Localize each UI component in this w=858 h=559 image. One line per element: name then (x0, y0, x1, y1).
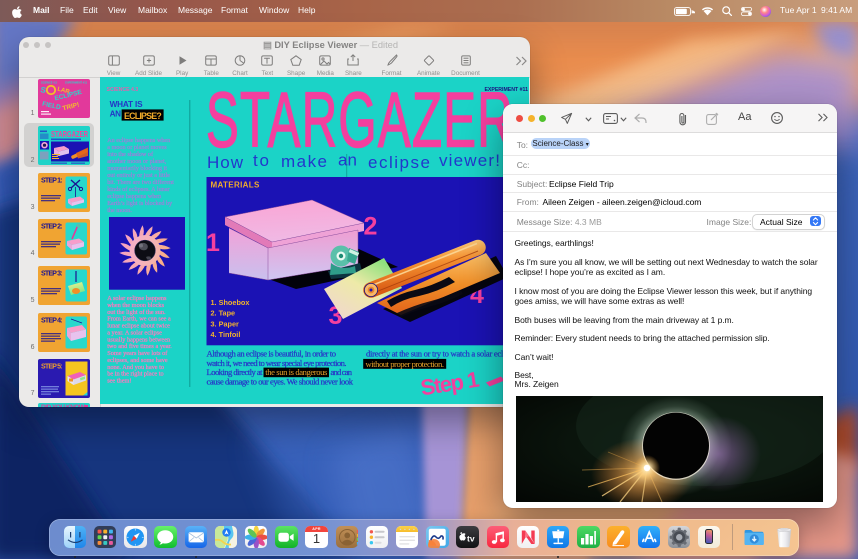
svg-text:STEP 3:: STEP 3: (41, 271, 63, 278)
svg-text:1. Shoebox: 1. Shoebox (211, 298, 250, 307)
svg-text:another moon or planet,: another moon or planet, (107, 158, 167, 165)
svg-text:2: 2 (364, 213, 378, 241)
svg-text:STEP 4:: STEP 4: (41, 318, 63, 325)
svg-text:STEP 5:: STEP 5: (41, 363, 63, 370)
svg-text:ECLIPSE?: ECLIPSE? (124, 111, 162, 121)
svg-text:make: make (281, 152, 327, 171)
svg-text:out entirely or just a little: out entirely or just a little (107, 172, 170, 179)
svg-text:2. Tape: 2. Tape (211, 309, 236, 318)
svg-text:AN: AN (110, 110, 122, 119)
svg-text:the sun is dangerous: the sun is dangerous (266, 367, 329, 377)
svg-text:without proper protection.: without proper protection. (366, 359, 445, 369)
svg-text:EXPERIMENT #11: EXPERIMENT #11 (65, 81, 87, 85)
svg-text:cause damage to our eyes. We s: cause damage to our eyes. We should neve… (207, 376, 354, 386)
svg-text:momentarily blocking it: momentarily blocking it (107, 165, 167, 172)
svg-text:directly at the sun or try to: directly at the sun or try to watch a so… (366, 349, 516, 359)
svg-text:kinds of eclipses. A lunar: kinds of eclipses. A lunar (107, 186, 169, 193)
svg-text:eclipse happens when: eclipse happens when (107, 193, 161, 200)
svg-text:STARGAZER: STARGAZER (51, 130, 88, 139)
svg-text:into the shadow of: into the shadow of (107, 151, 154, 158)
svg-text:STEP 1:: STEP 1: (41, 177, 63, 184)
svg-text:DID YOU KNOW: DID YOU KNOW (41, 404, 86, 407)
svg-text:see them!: see them! (107, 378, 131, 385)
svg-text:An eclipse happens when: An eclipse happens when (107, 137, 170, 144)
svg-text:bit. There are two different: bit. There are two different (107, 179, 174, 186)
svg-text:the moon.: the moon. (107, 207, 132, 214)
svg-text:3. Paper: 3. Paper (211, 319, 240, 328)
svg-text:1: 1 (206, 229, 220, 257)
svg-text:tv: tv (467, 533, 475, 543)
svg-text:WHAT IS: WHAT IS (110, 100, 144, 109)
svg-text:viewer!: viewer! (439, 151, 500, 170)
svg-text:eclipse: eclipse (368, 153, 430, 172)
svg-text:Step 1: Step 1 (419, 367, 481, 401)
svg-text:to: to (253, 151, 269, 170)
svg-text:STEP 2:: STEP 2: (41, 224, 63, 231)
svg-text:Earth’s light is blocked by: Earth’s light is blocked by (107, 200, 173, 207)
svg-text:How: How (207, 153, 244, 172)
svg-text:SCIENCE 4.3: SCIENCE 4.3 (107, 87, 139, 93)
svg-text:MATERIALS: MATERIALS (211, 181, 261, 190)
svg-text:4. Tinfoil: 4. Tinfoil (211, 330, 241, 339)
svg-text:an: an (338, 151, 357, 170)
svg-text:SCIENCE 4.3: SCIENCE 4.3 (41, 81, 57, 85)
svg-text:a moon or planet moves: a moon or planet moves (107, 144, 167, 151)
